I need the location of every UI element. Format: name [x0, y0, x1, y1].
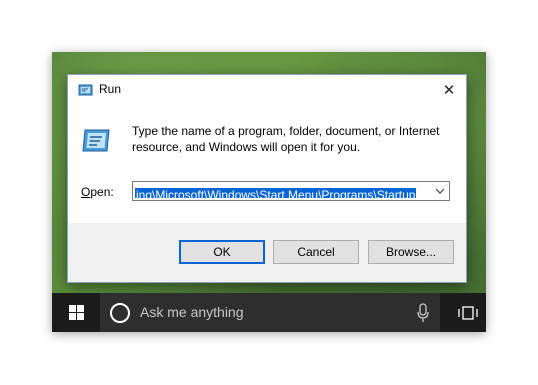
- desktop-screenshot: Run ✕ Type the name of a program, folder…: [52, 52, 486, 332]
- title-bar: Run ✕: [68, 75, 466, 105]
- open-input[interactable]: ing\Microsoft\Windows\Start Menu\Program…: [135, 184, 427, 198]
- cortana-icon[interactable]: [110, 303, 130, 323]
- cortana-search-box[interactable]: Ask me anything: [100, 293, 440, 332]
- task-view-icon[interactable]: [458, 305, 478, 320]
- run-dialog: Run ✕ Type the name of a program, folder…: [67, 74, 467, 283]
- open-label: Open:: [81, 185, 114, 199]
- browse-button[interactable]: Browse...: [368, 240, 454, 264]
- search-placeholder[interactable]: Ask me anything: [140, 304, 244, 320]
- close-button[interactable]: ✕: [432, 75, 466, 105]
- start-button[interactable]: [52, 293, 100, 332]
- dialog-body: Type the name of a program, folder, docu…: [68, 105, 466, 223]
- taskbar: Ask me anything: [52, 293, 486, 332]
- dropdown-button[interactable]: [431, 182, 449, 200]
- cancel-button[interactable]: Cancel: [273, 240, 359, 264]
- open-combobox[interactable]: ing\Microsoft\Windows\Start Menu\Program…: [132, 181, 450, 201]
- chevron-down-icon[interactable]: [435, 188, 445, 194]
- run-icon: [78, 84, 93, 96]
- open-label-text: pen:: [90, 185, 114, 199]
- ok-button[interactable]: OK: [179, 240, 265, 264]
- run-icon: [82, 129, 110, 152]
- close-icon[interactable]: ✕: [443, 81, 456, 99]
- microphone-icon[interactable]: [416, 303, 430, 323]
- windows-logo-icon[interactable]: [68, 305, 84, 320]
- open-input-value[interactable]: ing\Microsoft\Windows\Start Menu\Program…: [135, 188, 417, 198]
- task-view-button[interactable]: [450, 293, 486, 332]
- dialog-description: Type the name of a program, folder, docu…: [132, 124, 440, 154]
- open-label-accesskey: O: [81, 185, 91, 199]
- dialog-title: Run: [99, 82, 122, 96]
